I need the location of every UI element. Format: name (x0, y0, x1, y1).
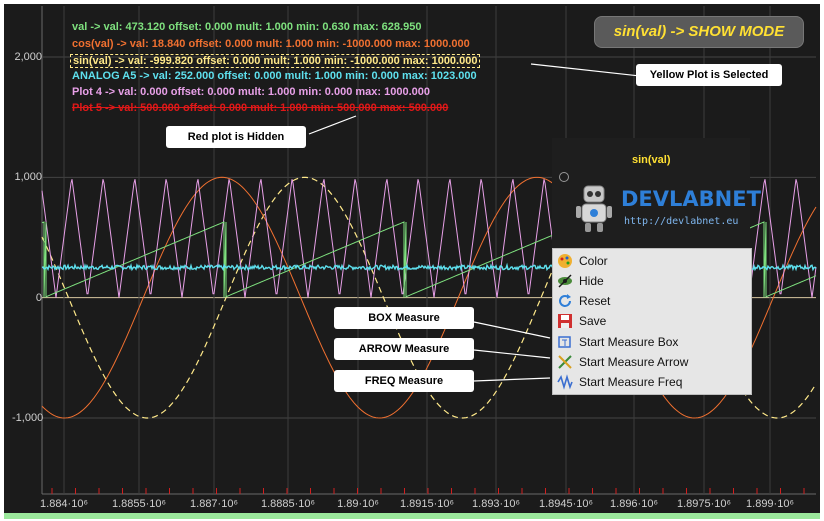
callout-connector-box (473, 321, 551, 339)
menu-item-start-measure-arrow[interactable]: Start Measure Arrow (555, 352, 747, 372)
x-tick-label: 1.887·10⁶ (190, 498, 238, 510)
y-tick-label: 1,000 (14, 171, 42, 183)
x-tick-label: 1.8855·10⁶ (111, 498, 167, 510)
pin-icon (559, 172, 569, 182)
legend-entry-plot4[interactable]: Plot 4 -> val: 0.000 offset: 0.000 mult:… (72, 86, 430, 98)
y-tick-label: -1,000 (12, 412, 44, 424)
x-tick-label: 1.8885·10⁶ (260, 498, 316, 510)
x-tick-label: 1.896·10⁶ (610, 498, 658, 510)
menu-label: Reset (579, 294, 611, 308)
callout-connector-freq (473, 377, 551, 382)
menu-item-color[interactable]: Color (555, 251, 747, 271)
menu-item-start-measure-box[interactable]: Start Measure Box (555, 332, 747, 352)
callout-connector-hidden (308, 115, 357, 135)
menu-label: Start Measure Arrow (579, 355, 689, 369)
menu-label: Start Measure Freq (579, 375, 683, 389)
callout-connector-arrow (473, 349, 551, 359)
floppy-icon (558, 314, 572, 328)
devlabnet-logo: DEVLABNET (621, 187, 761, 211)
callout-connector-selected (530, 63, 641, 77)
robot-logo-icon (576, 185, 612, 232)
mode-badge: sin(val) -> SHOW MODE (594, 16, 804, 48)
x-tick-label: 1.893·10⁶ (472, 498, 520, 510)
palette-icon (558, 254, 572, 268)
menu-label: Save (579, 314, 607, 328)
context-title: sin(val) (632, 154, 671, 166)
x-tick-label: 1.899·10⁶ (746, 498, 794, 510)
callout-yellow-selected: Yellow Plot is Selected (636, 64, 782, 86)
callout-arrow-measure: ARROW Measure (334, 338, 474, 360)
y-tick-label: 0 (35, 292, 42, 304)
refresh-icon (559, 294, 571, 307)
menu-label: Color (579, 254, 608, 268)
legend-entry-sin-selected[interactable]: sin(val) -> val: -999.820 offset: 0.000 … (70, 54, 481, 68)
x-tick-label: 1.8945·10⁶ (538, 498, 594, 510)
measure-box-icon (558, 336, 571, 348)
menu-label: Hide (579, 274, 604, 288)
y-tick-label: 2,000 (14, 51, 42, 63)
callout-box-measure: BOX Measure (334, 307, 474, 329)
status-strip (4, 513, 820, 519)
measure-arrow-icon (558, 355, 572, 369)
legend-entry-cos[interactable]: cos(val) -> val: 18.840 offset: 0.000 mu… (72, 38, 470, 50)
legend-entry-analog-a5[interactable]: ANALOG A5 -> val: 252.000 offset: 0.000 … (72, 70, 477, 82)
x-tick-label: 1.884·10⁶ (40, 498, 88, 510)
devlabnet-url: http://devlabnet.eu (624, 216, 739, 227)
menu-item-hide[interactable]: Hide (555, 271, 747, 291)
measure-freq-icon (557, 374, 573, 390)
x-tick-label: 1.8975·10⁶ (676, 498, 732, 510)
menu-label: Start Measure Box (579, 335, 679, 349)
hide-eye-icon (558, 274, 572, 288)
plot-window[interactable]: 2,000 1,000 0 -1,000 1.884·10⁶ 1.8855·10… (4, 4, 820, 518)
menu-item-reset[interactable]: Reset (555, 291, 747, 311)
x-tick-label: 1.89·10⁶ (337, 498, 379, 510)
legend-entry-plot5-hidden[interactable]: Plot 5 -> val: 500.000 offset: 0.000 mul… (72, 102, 448, 114)
callout-red-hidden: Red plot is Hidden (166, 126, 306, 148)
legend-entry-val[interactable]: val -> val: 473.120 offset: 0.000 mult: … (72, 21, 421, 33)
menu-item-start-measure-freq[interactable]: Start Measure Freq (555, 372, 747, 392)
context-menu: Color Hide Reset Save Start Measure Box … (552, 248, 752, 395)
menu-item-save[interactable]: Save (555, 311, 747, 331)
x-tick-label: 1.8915·10⁶ (399, 498, 455, 510)
callout-freq-measure: FREQ Measure (334, 370, 474, 392)
